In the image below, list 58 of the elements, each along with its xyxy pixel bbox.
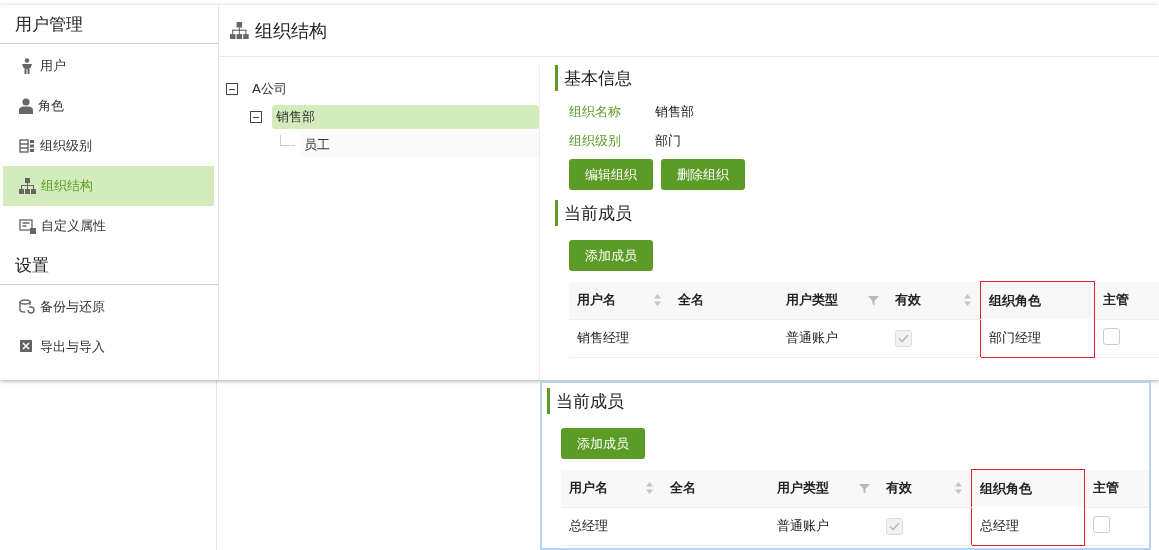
field-label: 组织名称	[569, 102, 622, 121]
field-label: 组织级别	[569, 131, 622, 150]
export-icon	[19, 339, 35, 355]
column-header: 用户类型	[777, 281, 888, 319]
column-header: 用户名	[561, 469, 662, 507]
checkbox[interactable]	[1102, 328, 1120, 345]
list-icon	[19, 139, 35, 153]
column-header: 主管	[1084, 469, 1149, 507]
tree-node[interactable]: 销售部	[272, 105, 539, 129]
sort-icon[interactable]	[644, 481, 654, 495]
sidebar-item[interactable]: 角色	[3, 86, 214, 126]
column-header: 有效	[887, 281, 981, 319]
column-header: 用户名	[569, 281, 671, 319]
section-heading: 当前成员	[555, 200, 1159, 226]
sort-icon[interactable]	[953, 481, 963, 495]
sidebar-item[interactable]: 导出与导入	[3, 327, 214, 367]
org-chart-icon	[230, 21, 249, 40]
sort-icon[interactable]	[653, 293, 663, 307]
collapse-icon[interactable]	[226, 83, 238, 95]
tree-node[interactable]: 员工	[300, 133, 539, 157]
column-header: 全名	[661, 469, 769, 507]
tree-node[interactable]: A公司	[248, 77, 539, 101]
table-cell: 普通账户	[768, 507, 878, 545]
field-value: 销售部	[655, 102, 694, 121]
checkbox[interactable]	[1092, 516, 1110, 533]
column-header: 有效	[878, 469, 971, 507]
column-header: 组织角色	[971, 469, 1085, 507]
column-header: 主管	[1094, 281, 1159, 319]
table-cell: 销售经理	[569, 319, 671, 357]
sidebar-item[interactable]: 组织级别	[3, 126, 214, 166]
checkmark-icon	[898, 333, 910, 343]
section-heading: 当前成员	[547, 388, 1149, 414]
column-header: 用户类型	[768, 469, 878, 507]
filter-icon[interactable]	[859, 482, 870, 494]
column-header: 组织角色	[980, 281, 1095, 319]
sidebar-section-title: 用户管理	[0, 5, 218, 44]
tree-line	[280, 134, 295, 146]
form-icon	[19, 218, 36, 234]
org-chart-icon	[19, 178, 36, 194]
field-value: 部门	[655, 131, 681, 150]
sidebar-item[interactable]: 自定义属性	[3, 206, 214, 246]
collapse-icon[interactable]	[250, 111, 262, 123]
table-cell: 总经理	[561, 507, 662, 545]
sidebar-section-title: 设置	[0, 246, 218, 285]
page-title: 组织结构	[254, 18, 327, 43]
table-cell: 部门经理	[980, 319, 1095, 357]
column-header: 全名	[670, 281, 778, 319]
table-cell: 总经理	[971, 507, 1085, 545]
person-icon	[19, 58, 35, 74]
database-restore-icon	[19, 299, 35, 315]
section-heading: 基本信息	[555, 65, 1159, 91]
checkmark-icon	[889, 521, 900, 531]
filter-icon[interactable]	[868, 294, 880, 306]
user-icon	[19, 98, 33, 114]
sidebar-item[interactable]: 备份与还原	[3, 287, 214, 327]
sort-icon[interactable]	[963, 293, 973, 307]
table-cell: 普通账户	[777, 319, 888, 357]
sidebar-item[interactable]: 用户	[3, 46, 214, 86]
